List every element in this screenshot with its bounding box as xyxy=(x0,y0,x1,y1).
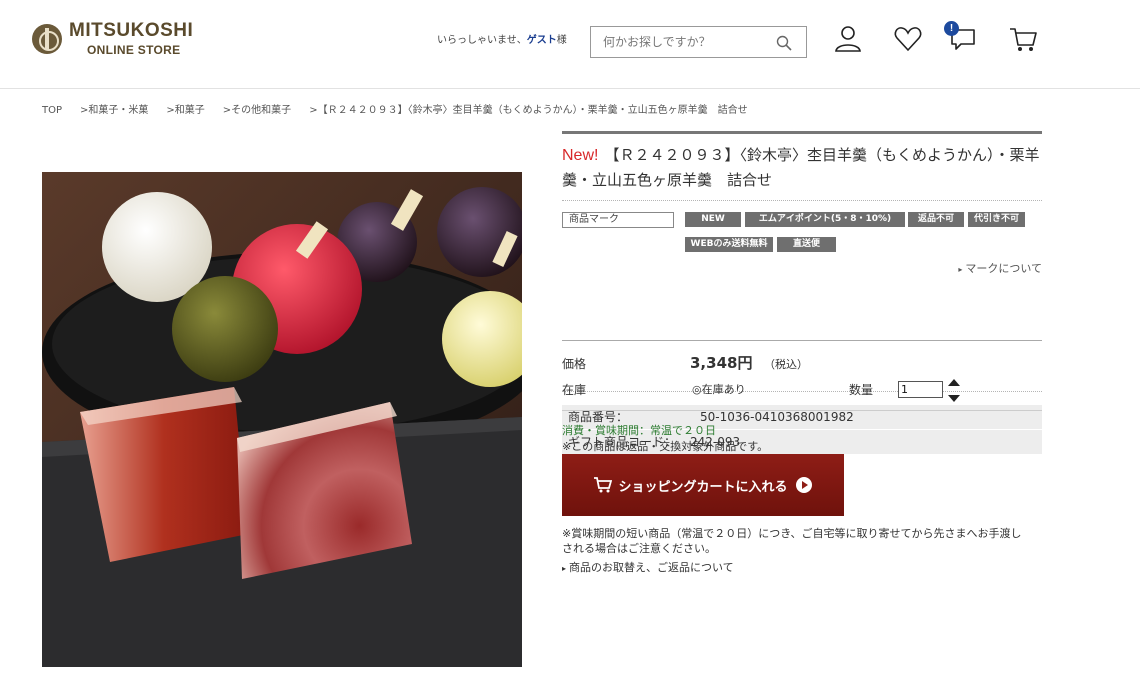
quantity-increase-arrow-icon[interactable] xyxy=(948,379,960,386)
new-label: New! xyxy=(562,147,599,164)
delivery-note: ※賞味期間の短い商品（常温で２０日）につき、ご自宅等に取り寄せてから先さまへお手… xyxy=(562,527,1022,555)
search-icon[interactable] xyxy=(776,35,792,51)
favorites-heart-icon[interactable] xyxy=(893,24,923,54)
product-title-text: 【Ｒ２４２０９３】〈鈴木亭〉杢目羊羹（もくめようかん）・栗羊羹・立山五色ヶ原羊羹… xyxy=(562,146,1040,189)
search-box xyxy=(590,26,807,58)
quantity-decrease-arrow-icon[interactable] xyxy=(948,395,960,402)
about-marks-link[interactable]: マークについて xyxy=(958,260,1042,276)
quantity-label: 数量 xyxy=(849,383,874,397)
greeting: いらっしゃいませ、ゲスト様 xyxy=(437,35,567,46)
price-value: 3,348円 xyxy=(690,354,753,372)
breadcrumb-wagashi-beika[interactable]: >和菓子・米菓 xyxy=(80,105,148,116)
site-header: MITSUKOSHI ONLINE STORE いらっしゃいませ、ゲスト様 ! xyxy=(0,0,1140,89)
tag-new: NEW xyxy=(685,212,741,227)
yokan-photo xyxy=(42,172,522,667)
arrow-right-circle-icon xyxy=(795,477,812,493)
product-mark-label: 商品マーク xyxy=(562,212,674,228)
breadcrumb-wagashi[interactable]: >和菓子 xyxy=(166,105,204,116)
shopping-cart-icon[interactable] xyxy=(1008,24,1038,54)
breadcrumb-top[interactable]: TOP xyxy=(42,105,62,116)
product-title: New! 【Ｒ２４２０９３】〈鈴木亭〉杢目羊羹（もくめようかん）・栗羊羹・立山五色… xyxy=(562,143,1042,192)
tax-note: （税込） xyxy=(764,358,808,371)
mitsukoshi-logo[interactable]: MITSUKOSHI ONLINE STORE xyxy=(32,21,193,56)
stock-status: ◎在庫あり xyxy=(692,383,746,396)
breadcrumb-other-wagashi[interactable]: >その他和菓子 xyxy=(223,105,291,116)
cart-icon xyxy=(594,477,613,493)
tag-mi-point: エムアイポイント(5・8・10%) xyxy=(745,212,905,227)
breadcrumb-current-product[interactable]: >【Ｒ２４２０９３】〈鈴木亭〉杢目羊羹（もくめようかん）・栗羊羹・立山五色ヶ原羊… xyxy=(309,105,747,116)
shelf-life: 消費・賞味期間：常温で２０日 xyxy=(562,424,716,437)
tag-no-cod: 代引き不可 xyxy=(968,212,1025,227)
search-input[interactable] xyxy=(591,27,771,57)
notification-badge: ! xyxy=(944,21,959,36)
product-detail: New! 【Ｒ２４２０９３】〈鈴木亭〉杢目羊羹（もくめようかん）・栗羊羹・立山五色… xyxy=(562,131,1042,574)
return-policy-link[interactable]: ▸ 商品のお取替え、ご返品について xyxy=(562,559,734,575)
add-to-cart-button[interactable]: ショッピングカートに入れる xyxy=(562,454,844,516)
title-divider xyxy=(562,131,1042,134)
logo-main-text: MITSUKOSHI xyxy=(69,20,194,41)
quantity-input[interactable] xyxy=(898,381,943,398)
product-number: 50-1036-0410368001982 xyxy=(700,410,854,424)
chevron-right-icon: ▸ xyxy=(562,564,567,573)
guest-name: ゲスト xyxy=(526,35,557,46)
price-label: 価格 xyxy=(562,357,587,371)
breadcrumb: TOP >和菓子・米菓 >和菓子 >その他和菓子 >【Ｒ２４２０９３】〈鈴木亭〉杢目羊羹… xyxy=(42,101,766,116)
account-icon[interactable] xyxy=(833,24,863,54)
tag-web-free-shipping: WEBのみ送料無料 xyxy=(685,237,773,252)
tag-no-return: 返品不可 xyxy=(908,212,964,227)
logo-sub-text: ONLINE STORE xyxy=(87,43,181,57)
add-to-cart-label: ショッピングカートに入れる xyxy=(618,479,788,495)
product-marks: 商品マーク NEW エムアイポイント(5・8・10%) 返品不可 代引き不可 W… xyxy=(562,201,1042,261)
logo-emblem-icon xyxy=(32,23,62,54)
messages-chat-icon[interactable]: ! xyxy=(944,21,978,54)
product-image[interactable] xyxy=(42,172,522,667)
stock-label: 在庫 xyxy=(562,383,587,397)
tag-direct-shipping: 直送便 xyxy=(777,237,836,252)
return-note: ※この商品は返品・交換対象外商品です。 xyxy=(562,440,769,453)
